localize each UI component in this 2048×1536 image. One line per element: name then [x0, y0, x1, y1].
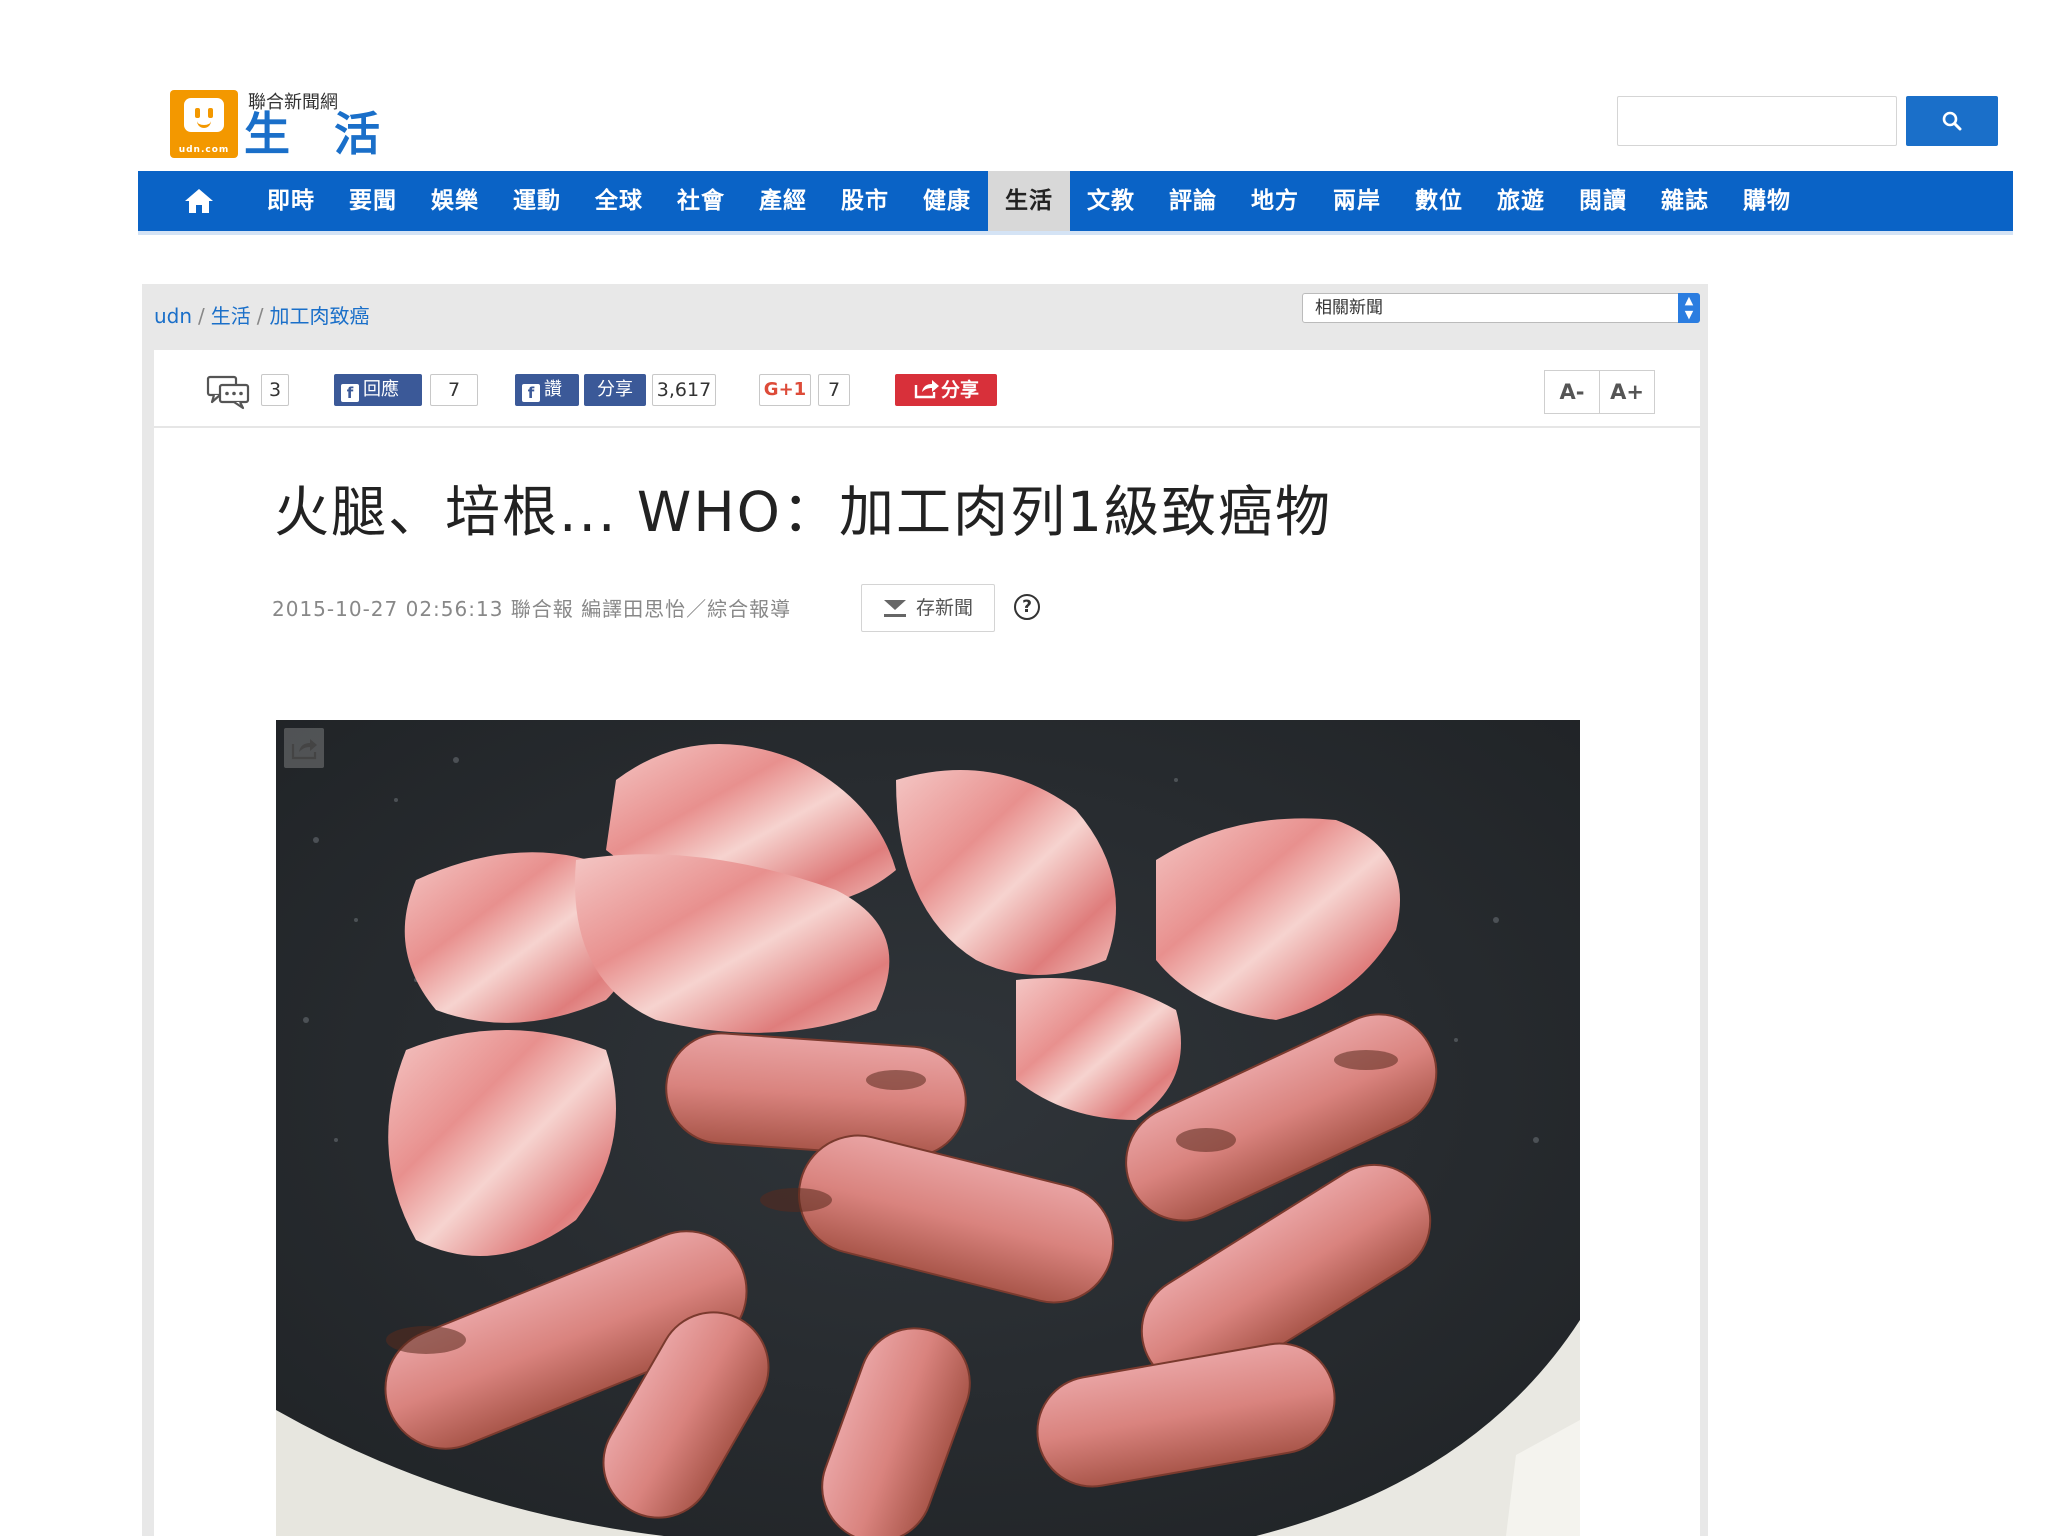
nav-item-16[interactable]: 閱讀 [1562, 171, 1644, 231]
search-button[interactable] [1906, 96, 1998, 146]
fb-reply-count: 7 [430, 374, 478, 406]
related-news-select[interactable]: 相關新聞 ▲ ▼ [1302, 293, 1700, 323]
comment-count: 3 [261, 374, 289, 406]
nav-item-4[interactable]: 全球 [578, 171, 660, 231]
help-icon[interactable]: ? [1014, 594, 1040, 620]
font-larger-button[interactable]: A+ [1599, 370, 1655, 414]
chevron-updown-icon: ▲ ▼ [1678, 293, 1700, 323]
site-logo[interactable]: udn.com 聯合新聞網 生 活 [170, 88, 380, 160]
share-icon [291, 739, 317, 760]
article-photo [276, 720, 1580, 1536]
logo-section-name: 生 活 [244, 107, 395, 161]
photo-share-button[interactable] [284, 728, 324, 768]
nav-item-8[interactable]: 健康 [906, 171, 988, 231]
article-frame: udn / 生活 / 加工肉致癌 相關新聞 ▲ ▼ 3 f 回應 7 f讚 分享 3,617 [142, 284, 1708, 1536]
gplus-button[interactable]: G+1 [759, 374, 811, 406]
article-title: 火腿、培根... WHO：加工肉列1級致癌物 [274, 480, 1332, 544]
fb-like-button[interactable]: f讚 [515, 374, 579, 406]
main-nav: 即時 要聞 娛樂 運動 全球 社會 產經 股市 健康 生活 文教 評論 地方 兩岸 數位 旅遊 閱讀 雜誌 購物 [138, 171, 2013, 235]
udn-logo-icon: udn.com [170, 90, 238, 158]
fb-share-button[interactable]: 分享 [584, 374, 646, 406]
facebook-icon: f [341, 384, 359, 402]
home-icon [185, 189, 213, 213]
font-smaller-button[interactable]: A- [1544, 370, 1600, 414]
nav-item-18[interactable]: 購物 [1726, 171, 1808, 231]
save-news-button[interactable]: 存新聞 [861, 584, 995, 632]
nav-item-15[interactable]: 旅遊 [1480, 171, 1562, 231]
breadcrumb: udn / 生活 / 加工肉致癌 [154, 304, 370, 328]
nav-item-10[interactable]: 文教 [1070, 171, 1152, 231]
nav-item-14[interactable]: 數位 [1398, 171, 1480, 231]
nav-item-9[interactable]: 生活 [988, 171, 1070, 231]
search-icon [1942, 111, 1962, 131]
article-meta: 2015-10-27 02:56:13 聯合報 編譯田思怡／綜合報導 [272, 597, 792, 621]
nav-item-1[interactable]: 要聞 [332, 171, 414, 231]
nav-item-12[interactable]: 地方 [1234, 171, 1316, 231]
share-bar: 3 f 回應 7 f讚 分享 3,617 G+1 7 分享 A- A+ [154, 350, 1700, 428]
nav-item-6[interactable]: 產經 [742, 171, 824, 231]
comment-icon[interactable] [206, 374, 250, 410]
nav-item-17[interactable]: 雜誌 [1644, 171, 1726, 231]
gplus-count: 7 [818, 374, 850, 406]
nav-item-13[interactable]: 兩岸 [1316, 171, 1398, 231]
nav-home-button[interactable] [182, 186, 216, 216]
nav-item-7[interactable]: 股市 [824, 171, 906, 231]
nav-item-3[interactable]: 運動 [496, 171, 578, 231]
share-icon [914, 380, 939, 399]
breadcrumb-item-topic[interactable]: 加工肉致癌 [270, 304, 370, 328]
breadcrumb-item-home[interactable]: udn [154, 304, 192, 328]
nav-item-2[interactable]: 娛樂 [414, 171, 496, 231]
download-icon [884, 600, 906, 617]
nav-item-0[interactable]: 即時 [250, 171, 332, 231]
fb-reply-button[interactable]: f 回應 [334, 374, 422, 406]
food-photo-illustration [276, 720, 1580, 1536]
article-panel: 3 f 回應 7 f讚 分享 3,617 G+1 7 分享 A- A+ 火腿、培根… [154, 350, 1700, 1536]
fb-share-count: 3,617 [652, 374, 716, 406]
nav-item-5[interactable]: 社會 [660, 171, 742, 231]
facebook-icon: f [522, 384, 540, 402]
nav-item-11[interactable]: 評論 [1152, 171, 1234, 231]
share-button[interactable]: 分享 [895, 374, 997, 406]
breadcrumb-item-section[interactable]: 生活 [211, 304, 251, 328]
search-input[interactable] [1617, 96, 1897, 146]
